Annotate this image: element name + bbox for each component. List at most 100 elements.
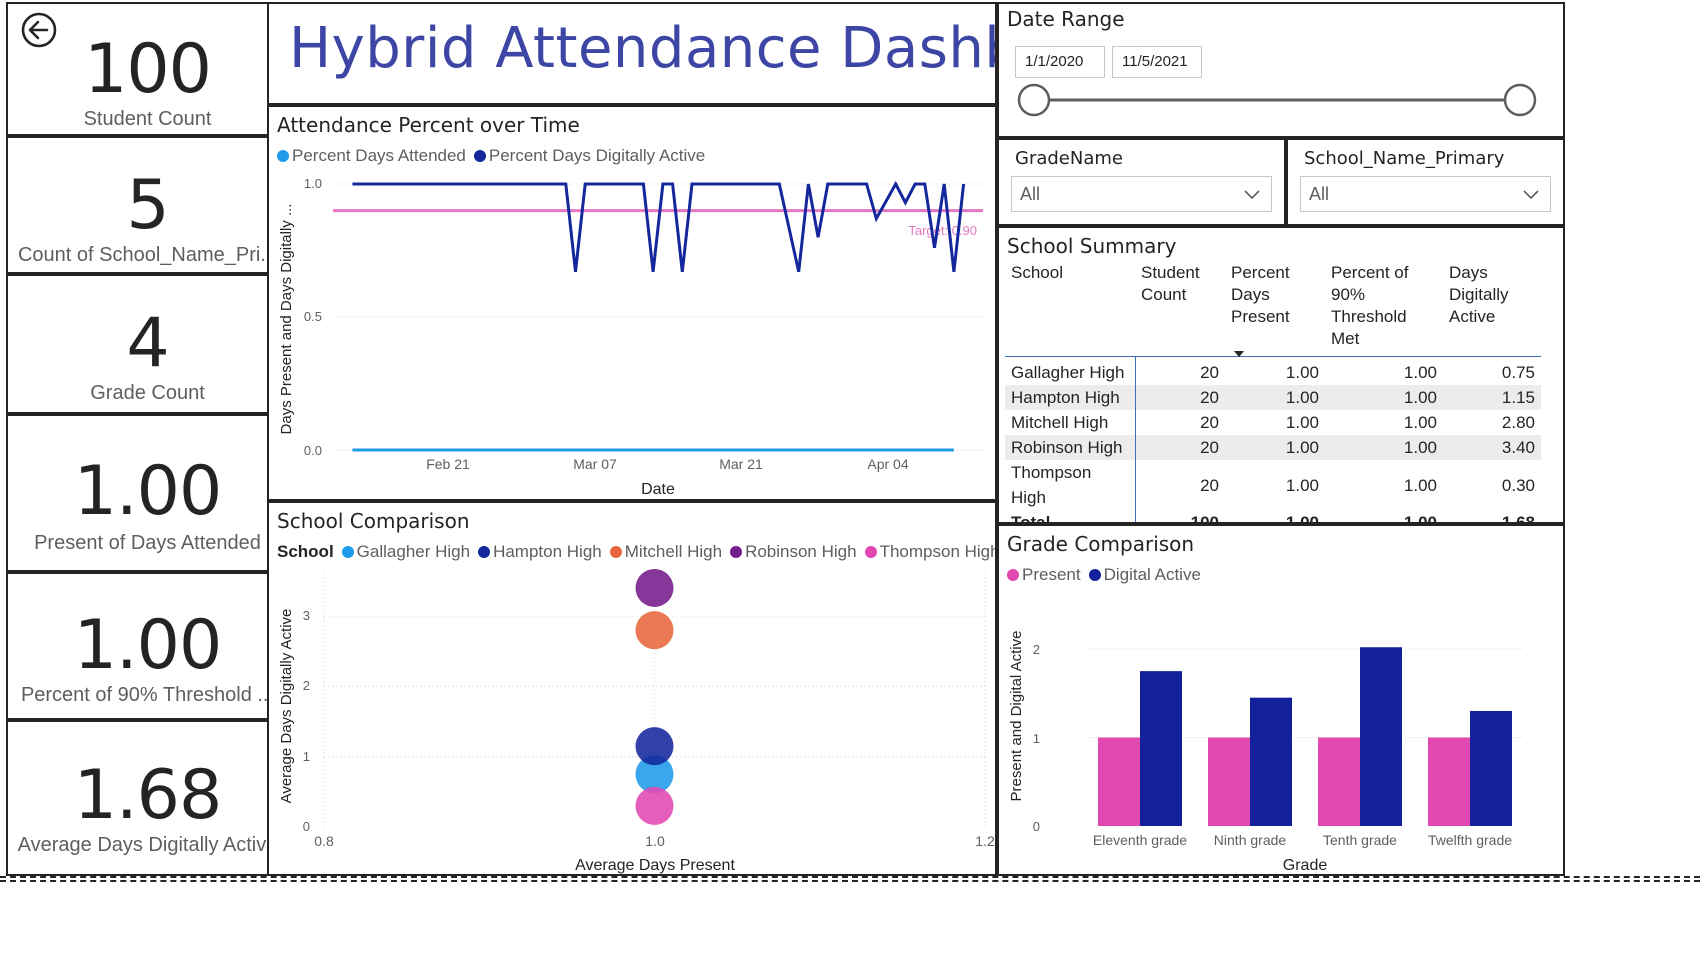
y-axis-title: Average Days Digitally Active <box>278 609 295 804</box>
slider-end-handle[interactable] <box>1503 83 1537 117</box>
grade-dropdown[interactable]: All <box>1011 176 1272 212</box>
x-tick-label: Mar 07 <box>573 456 617 472</box>
kpi-value: 5 <box>126 166 169 245</box>
school-summary-table: School Student Count Percent Days Presen… <box>1005 258 1541 524</box>
x-tick-label: Eleventh grade <box>1093 832 1187 848</box>
slicer-title: Date Range <box>1007 7 1125 31</box>
column-header-label: Student Count <box>1141 263 1200 304</box>
x-tick-label: 0.8 <box>314 833 334 849</box>
table-title: School Summary <box>1007 234 1177 258</box>
table-row[interactable]: Hampton High 20 1.00 1.00 1.15 <box>1005 385 1541 410</box>
total-label-cell: Total <box>1005 510 1136 522</box>
kpi-card-present-days: 1.00 Present of Days Attended <box>6 414 289 572</box>
threshold-cell: 1.00 <box>1325 435 1443 460</box>
y-tick-label: 2 <box>1033 642 1040 657</box>
table-row[interactable]: Gallagher High 20 1.00 1.00 0.75 <box>1005 356 1541 385</box>
kpi-value: 4 <box>126 304 169 383</box>
scatter-plot-area: 0 1 2 3 0.8 1.0 1.2 Average Days Present… <box>278 568 995 874</box>
line-plot-area: 0.0 0.5 1.0 Feb 21 Mar 07 Mar 21 Apr 04 … <box>278 176 983 498</box>
column-header-label: School <box>1011 263 1063 282</box>
scatter-point <box>635 611 674 650</box>
kpi-card-threshold: 1.00 Percent of 90% Threshold ... <box>6 572 289 720</box>
kpi-label: Present of Days Attended <box>34 532 261 554</box>
dashboard-title-card: Hybrid Attendance Dashboard <box>267 2 997 105</box>
bar <box>1318 737 1360 826</box>
digital-cell: 0.75 <box>1501 363 1535 382</box>
school-cell: Thompson High <box>1005 460 1136 510</box>
y-axis-title: Days Present and Days Digitally ... <box>278 204 295 435</box>
kpi-label: Count of School_Name_Pri... <box>17 244 278 266</box>
x-tick-label: 1.0 <box>645 833 665 849</box>
column-header-label: Days Digitally Active <box>1449 263 1509 326</box>
school-cell: Mitchell High <box>1005 410 1136 435</box>
column-header[interactable]: School <box>1005 258 1135 357</box>
kpi-label: Grade Count <box>90 382 205 404</box>
scatter-point <box>635 568 674 607</box>
x-tick-label: 1.2 <box>975 833 995 849</box>
school-cell: Hampton High <box>1005 385 1136 410</box>
threshold-cell: 1.00 <box>1325 385 1443 410</box>
sort-desc-icon[interactable] <box>1233 350 1245 358</box>
threshold-cell: 1.00 <box>1403 363 1437 382</box>
count-cell: 20 <box>1200 475 1219 495</box>
count-cell: 20 <box>1200 363 1219 382</box>
kpi-card-grade-count: 4 Grade Count <box>6 274 289 414</box>
total-present-cell: 1.00 <box>1285 513 1319 524</box>
total-digital-cell: 1.68 <box>1501 513 1535 524</box>
series-line <box>352 180 966 273</box>
school-cell: Gallagher High <box>1005 356 1136 385</box>
present-cell: 1.00 <box>1225 435 1325 460</box>
x-tick-label: Ninth grade <box>1214 832 1287 848</box>
y-tick-label: 1.0 <box>304 176 322 191</box>
bar <box>1208 737 1250 826</box>
kpi-value: 1.00 <box>73 452 222 531</box>
school-dropdown[interactable]: All <box>1300 176 1551 212</box>
kpi-value: 1.68 <box>73 756 222 835</box>
y-tick-label: 0.5 <box>304 309 322 324</box>
x-axis-title: Average Days Present <box>575 857 735 874</box>
chevron-down-icon[interactable] <box>1522 185 1540 203</box>
digital-cell: 2.80 <box>1501 413 1535 432</box>
dropdown-value: All <box>1020 184 1041 204</box>
kpi-value: 100 <box>84 30 212 109</box>
school-cell: Robinson High <box>1005 435 1136 460</box>
school-slicer: School_Name_Primary All <box>1286 138 1565 226</box>
column-header[interactable]: Days Digitally Active <box>1443 258 1541 357</box>
threshold-cell: 1.00 <box>1403 475 1437 495</box>
present-cell: 1.00 <box>1285 475 1319 495</box>
x-tick-label: Twelfth grade <box>1428 832 1512 848</box>
y-tick-label: 2 <box>303 678 310 693</box>
bar-plot-area: 0 1 2 Eleventh grade Ninth grade Tenth g… <box>1008 631 1525 874</box>
x-tick-label: Mar 21 <box>719 456 763 472</box>
bar <box>1470 710 1512 826</box>
scatter-point <box>635 786 674 825</box>
chevron-down-icon[interactable] <box>1243 185 1261 203</box>
column-header[interactable]: Student Count <box>1135 258 1225 357</box>
school-comparison-chart: School Comparison School Gallagher High … <box>267 501 997 876</box>
digital-cell: 0.30 <box>1501 475 1535 495</box>
date-slider[interactable] <box>999 80 1563 120</box>
column-header[interactable]: Percent Days Present <box>1225 258 1325 357</box>
x-tick-label: Apr 04 <box>867 456 908 472</box>
count-cell: 20 <box>1135 385 1225 410</box>
slider-start-handle[interactable] <box>1017 83 1051 117</box>
y-tick-label: 1 <box>303 749 310 764</box>
present-cell: 1.00 <box>1285 413 1319 432</box>
kpi-label: Average Days Digitally Active <box>17 834 278 856</box>
x-tick-label: Tenth grade <box>1323 832 1397 848</box>
column-header[interactable]: Percent of 90% Threshold Met <box>1325 258 1443 357</box>
column-header-label: Percent Days Present <box>1231 263 1290 326</box>
kpi-label: Percent of 90% Threshold ... <box>20 684 275 706</box>
start-date-input[interactable]: 1/1/2020 <box>1015 46 1105 78</box>
bar <box>1250 697 1292 826</box>
count-cell: 20 <box>1200 413 1219 432</box>
table-row[interactable]: Thompson High 20 1.00 1.00 0.30 <box>1005 460 1541 510</box>
end-date-input[interactable]: 11/5/2021 <box>1112 46 1202 78</box>
kpi-card-school-count: 5 Count of School_Name_Pri... <box>6 136 289 274</box>
y-tick-label: 0 <box>303 819 310 834</box>
table-row[interactable]: Robinson High 20 1.00 1.00 3.40 <box>1005 435 1541 460</box>
bar <box>1140 671 1182 826</box>
threshold-cell: 1.00 <box>1403 413 1437 432</box>
grade-slicer: GradeName All <box>997 138 1286 226</box>
table-row[interactable]: Mitchell High 20 1.00 1.00 2.80 <box>1005 410 1541 435</box>
